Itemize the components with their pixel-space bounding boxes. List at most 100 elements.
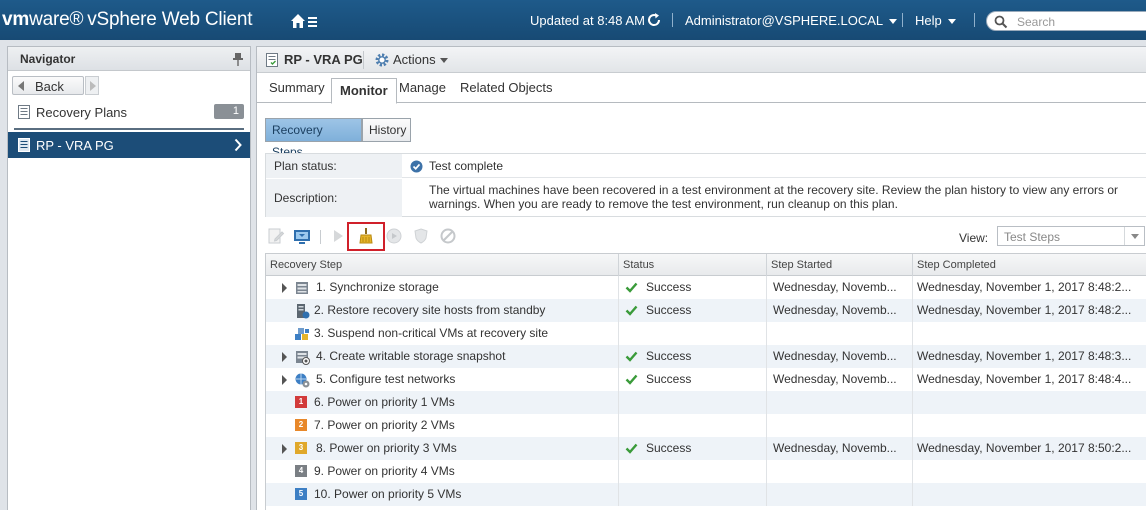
- column-header-step-completed[interactable]: Step Completed: [913, 254, 1146, 276]
- storage-icon: [296, 282, 308, 294]
- table-row[interactable]: 3 8. Power on priority 3 VMs Success Wednes…: [266, 437, 1146, 460]
- cell-step-started: Wednesday, Novemb...: [767, 368, 913, 391]
- nav-item-label: Recovery Plans: [36, 105, 128, 120]
- cell-recovery-step: 1 6. Power on priority 1 VMs: [266, 391, 619, 414]
- recovery-icon[interactable]: [385, 227, 403, 245]
- subtab-history[interactable]: History: [362, 118, 411, 142]
- back-button[interactable]: Back: [12, 76, 84, 95]
- forward-arrow-icon: [90, 81, 96, 91]
- table-row[interactable]: 3. Suspend non-critical VMs at recovery …: [266, 322, 1146, 345]
- cleanup-broom-icon[interactable]: [357, 227, 375, 245]
- tab-summary[interactable]: Summary: [269, 80, 325, 95]
- priority-3-icon: 3: [295, 442, 307, 454]
- cell-step-completed: [913, 414, 1146, 437]
- home-menu-icon[interactable]: [289, 11, 319, 31]
- cell-step-started: Wednesday, Novemb...: [767, 276, 913, 299]
- global-search[interactable]: [986, 11, 1146, 31]
- table-row[interactable]: 5. Configure test networks Success Wednesd…: [266, 368, 1146, 391]
- topbar-separator: [902, 13, 903, 27]
- step-name: 7. Power on priority 2 VMs: [314, 418, 455, 432]
- tab-monitor[interactable]: Monitor: [331, 78, 397, 104]
- cell-step-started: Wednesday, Novemb...: [767, 345, 913, 368]
- expand-arrow-icon[interactable]: [282, 375, 287, 385]
- brand-product: vSphere Web Client: [87, 9, 253, 30]
- run-icon[interactable]: [329, 227, 347, 245]
- actions-menu[interactable]: Actions: [393, 52, 448, 67]
- nav-item-recovery-plans[interactable]: Recovery Plans 1: [8, 98, 250, 126]
- check-circle-icon: [410, 160, 423, 173]
- cell-status: Success: [619, 345, 767, 368]
- cell-step-started: [767, 460, 913, 483]
- search-input[interactable]: [1017, 14, 1137, 29]
- grid-body: 1. Synchronize storage Success Wednesday, …: [266, 276, 1146, 506]
- table-row[interactable]: 2. Restore recovery site hosts from stan…: [266, 299, 1146, 322]
- network-icon: [295, 373, 310, 388]
- step-completed-text: Wednesday, November 1, 2017 8:48:2...: [917, 280, 1132, 294]
- forward-button[interactable]: [85, 76, 99, 95]
- cancel-icon[interactable]: [439, 227, 457, 245]
- success-check-icon: [625, 282, 638, 293]
- success-check-icon: [625, 305, 638, 316]
- gear-icon[interactable]: [374, 52, 390, 68]
- plan-description-row: Description: The virtual machines have b…: [266, 179, 1146, 217]
- plan-status-row: Plan status: Test complete: [266, 154, 1146, 178]
- cell-step-completed: [913, 460, 1146, 483]
- tab-manage[interactable]: Manage: [399, 80, 446, 95]
- brand-ware: ware®: [29, 9, 84, 30]
- brand-vm: vm: [2, 9, 30, 30]
- pin-icon[interactable]: [232, 52, 244, 66]
- test-plan-icon[interactable]: [293, 227, 311, 245]
- recovery-plan-icon: [18, 138, 30, 152]
- navigator-title: Navigator: [20, 52, 76, 66]
- user-menu[interactable]: Administrator@VSPHERE.LOCAL: [685, 13, 898, 28]
- search-icon: [994, 15, 1008, 29]
- cell-status: Success: [619, 368, 767, 391]
- expand-arrow-icon[interactable]: [282, 444, 287, 454]
- table-row[interactable]: 2 7. Power on priority 2 VMs: [266, 414, 1146, 437]
- table-row[interactable]: 1. Synchronize storage Success Wednesday, …: [266, 276, 1146, 299]
- priority-5-icon: 5: [295, 488, 307, 500]
- column-header-status[interactable]: Status: [619, 254, 767, 276]
- refresh-icon[interactable]: [645, 11, 663, 29]
- help-menu[interactable]: Help: [915, 13, 956, 28]
- vsphere-logo[interactable]: vmware® vSphere Web Client: [2, 9, 252, 31]
- cell-step-started: [767, 322, 913, 345]
- vms-icon: [295, 328, 309, 340]
- column-header-step-started[interactable]: Step Started: [767, 254, 913, 276]
- cell-step-completed: [913, 322, 1146, 345]
- chevron-down-icon: [947, 19, 956, 25]
- step-completed-text: Wednesday, November 1, 2017 8:48:2...: [917, 303, 1132, 317]
- step-name: 8. Power on priority 3 VMs: [316, 441, 457, 455]
- cell-step-started: [767, 414, 913, 437]
- view-select-value: Test Steps: [1004, 230, 1061, 244]
- cell-step-completed: [913, 483, 1146, 506]
- table-row[interactable]: 5 10. Power on priority 5 VMs: [266, 483, 1146, 506]
- status-text: Success: [646, 372, 692, 386]
- subtab-recovery-steps[interactable]: Recovery Steps: [265, 118, 362, 159]
- back-label: Back: [35, 79, 64, 94]
- navigator-history: Back: [8, 71, 250, 98]
- navigator-header: Navigator: [8, 47, 250, 71]
- cell-recovery-step: 2 7. Power on priority 2 VMs: [266, 414, 619, 437]
- table-row[interactable]: 4 9. Power on priority 4 VMs: [266, 460, 1146, 483]
- expand-arrow-icon[interactable]: [282, 283, 287, 293]
- expand-arrow-icon[interactable]: [282, 352, 287, 362]
- table-row[interactable]: 1 6. Power on priority 1 VMs: [266, 391, 1146, 414]
- object-title: RP - VRA PG: [284, 52, 363, 67]
- column-header-recovery-step[interactable]: Recovery Step: [266, 254, 619, 276]
- reprotect-shield-icon[interactable]: [412, 227, 430, 245]
- cell-step-completed: Wednesday, November 1, 2017 8:48:4...: [913, 368, 1146, 391]
- nav-item-selected-plan[interactable]: RP - VRA PG: [8, 132, 250, 158]
- recovery-steps-grid: Recovery Step Status Step Started Step C…: [265, 253, 1146, 510]
- main-panel: RP - VRA PG Actions Summary Monitor Mana…: [256, 46, 1146, 510]
- step-completed-text: Wednesday, November 1, 2017 8:48:4...: [917, 372, 1132, 386]
- chevron-down-icon: [439, 58, 448, 64]
- table-row[interactable]: 4. Create writable storage snapshot Succe…: [266, 345, 1146, 368]
- updated-time: Updated at 8:48 AM: [530, 13, 645, 28]
- priority-2-icon: 2: [295, 419, 307, 431]
- view-select[interactable]: Test Steps: [997, 226, 1145, 246]
- edit-plan-icon[interactable]: [267, 227, 285, 245]
- tab-related-objects[interactable]: Related Objects: [460, 80, 553, 95]
- chevron-down-icon[interactable]: [1124, 227, 1144, 245]
- chevron-right-icon[interactable]: [234, 138, 242, 152]
